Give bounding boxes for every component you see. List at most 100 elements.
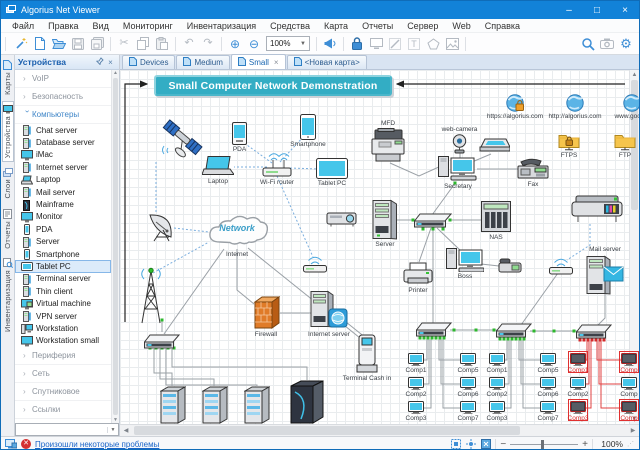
map-selector-combobox[interactable]: ▼	[15, 423, 119, 436]
map-node-ap[interactable]	[302, 256, 328, 274]
map-node-Server[interactable]: Server	[372, 198, 398, 240]
problems-link[interactable]: Произошли некоторые проблемы	[35, 440, 159, 449]
map-node-Comp[interactable]: Comp	[621, 377, 637, 390]
map-node-Wi-Fi router[interactable]: Wi-Fi router	[260, 152, 294, 178]
image-tool-icon[interactable]	[443, 35, 461, 53]
map-node-Comp7[interactable]: Comp7	[540, 401, 556, 414]
lock-icon[interactable]	[348, 35, 366, 53]
fit-page-icon[interactable]	[480, 439, 491, 450]
map-node-Internet server[interactable]: Internet server	[310, 290, 348, 330]
map-node-Comp2[interactable]: Comp2	[570, 377, 586, 390]
tree-group-Безопасность[interactable]: ›Безопасность	[15, 88, 111, 106]
map-node-www.google[interactable]: www.google	[623, 94, 639, 112]
search-icon[interactable]	[579, 35, 597, 53]
tree-item-Monitor[interactable]: Monitor	[15, 211, 111, 223]
map-node-switch[interactable]	[416, 322, 452, 338]
side-tab-map-doc[interactable]: Карты	[2, 56, 13, 99]
map-node-dish[interactable]	[146, 212, 176, 242]
scroll-up-icon[interactable]: ▲	[112, 70, 119, 76]
map-node-Comp[interactable]: Comp	[621, 401, 637, 414]
tree-scrollbar[interactable]: ▲▼	[111, 70, 119, 423]
camera-icon[interactable]	[598, 35, 616, 53]
zoom-minus-button[interactable]: −	[500, 439, 506, 450]
map-tab-Small[interactable]: Small×	[231, 54, 286, 69]
map-node-web-camera[interactable]: web-camera	[451, 134, 468, 154]
map-tab-<Новая карта>[interactable]: <Новая карта>	[287, 55, 367, 69]
map-node-phone2[interactable]	[498, 258, 522, 273]
tree-item-Database server[interactable]: Database server	[15, 136, 111, 148]
map-node-Comp[interactable]: Comp	[621, 353, 637, 366]
paste-icon[interactable]	[153, 35, 171, 53]
map-node-Comp1[interactable]: Comp1	[570, 353, 586, 366]
scroll-right-icon[interactable]: ▶	[627, 427, 639, 434]
tree-group-Периферия[interactable]: ›Периферия	[15, 347, 111, 365]
map-node-rack[interactable]	[202, 386, 228, 424]
menu-Web[interactable]: Web	[445, 19, 477, 33]
tree-group-VoIP[interactable]: ›VoIP	[15, 70, 111, 88]
tree-item-Workstation[interactable]: Workstation	[15, 322, 111, 334]
tree-item-Server[interactable]: Server	[15, 236, 111, 248]
cut-icon[interactable]: ✂	[115, 35, 133, 53]
zoom-in-icon[interactable]: ⊕	[226, 35, 244, 53]
map-node-Comp1[interactable]: Comp1	[489, 353, 505, 366]
tree-item-VPN server[interactable]: VPN server	[15, 310, 111, 322]
fit-selection-icon[interactable]	[450, 439, 461, 450]
tree-group-Компьютеры[interactable]: ›Компьютеры	[15, 106, 111, 124]
map-canvas[interactable]: Small Computer Network Demonstration ▲ ▼…	[120, 70, 639, 424]
zoom-plus-button[interactable]: +	[582, 439, 588, 450]
side-tab-layers[interactable]: Слои	[2, 164, 14, 202]
tree-item-Mail server[interactable]: Mail server	[15, 186, 111, 198]
map-node-rack[interactable]	[160, 386, 186, 424]
map-node-ap[interactable]	[548, 258, 574, 275]
map-node-Comp7[interactable]: Comp7	[460, 401, 476, 414]
text-tool-icon[interactable]: T	[405, 35, 423, 53]
redo-icon[interactable]: ↷	[199, 35, 217, 53]
map-node-satellite[interactable]	[160, 116, 204, 160]
map-node-Comp3[interactable]: Comp3	[408, 401, 424, 414]
map-node-PDA[interactable]: PDA	[232, 122, 247, 145]
side-tab-devices[interactable]: Устройства	[2, 101, 14, 162]
tree-item-Laptop[interactable]: Laptop	[15, 174, 111, 186]
menu-Мониторинг[interactable]: Мониторинг	[116, 19, 180, 33]
menu-Инвентаризация[interactable]: Инвентаризация	[180, 19, 263, 33]
map-node-http://algorius.com[interactable]: http://algorius.com	[566, 94, 584, 112]
map-tab-Medium[interactable]: Medium	[176, 55, 229, 69]
map-node-Comp1[interactable]: Comp1	[408, 353, 424, 366]
tab-close-icon[interactable]: ×	[274, 58, 279, 67]
wizard-icon[interactable]	[12, 35, 30, 53]
map-node-Comp2[interactable]: Comp2	[489, 377, 505, 390]
map-node-FTPS[interactable]: FTPS	[558, 132, 580, 151]
menu-Правка[interactable]: Правка	[41, 19, 85, 33]
map-node-Smartphone[interactable]: Smartphone	[300, 114, 316, 140]
map-node-Comp6[interactable]: Comp6	[540, 377, 556, 390]
tree-item-Virtual machine[interactable]: Virtual machine	[15, 297, 111, 309]
map-node-Comp3[interactable]: Comp3	[489, 401, 505, 414]
tree-scroll-thumb[interactable]	[113, 78, 118, 415]
map-node-Boss[interactable]: Boss	[446, 248, 484, 272]
menu-Отчеты[interactable]: Отчеты	[355, 19, 400, 33]
map-node-scanner[interactable]	[478, 138, 510, 154]
map-node-Terminal Cash in[interactable]: Terminal Cash in	[356, 334, 378, 374]
tree-item-Smartphone[interactable]: Smartphone	[15, 248, 111, 260]
map-node-mainframe[interactable]	[290, 380, 324, 424]
map-node-projector[interactable]	[326, 210, 358, 228]
tree-group-Спутниковое[interactable]: ›Спутниковое	[15, 383, 111, 401]
map-tab-Devices[interactable]: Devices	[122, 55, 175, 69]
menu-Сервер[interactable]: Сервер	[400, 19, 445, 33]
map-node-switch[interactable]	[576, 324, 612, 340]
fit-width-icon[interactable]	[465, 439, 476, 450]
menu-Справка[interactable]: Справка	[478, 19, 527, 33]
tree-item-Internet server[interactable]: Internet server	[15, 161, 111, 173]
map-node-tower[interactable]	[136, 266, 166, 326]
line-tool-icon[interactable]	[386, 35, 404, 53]
map-node-https://algorius.com[interactable]: https://algorius.com	[506, 94, 524, 112]
tree-item-Tablet PC[interactable]: Tablet PC	[15, 260, 111, 272]
map-node-Comp6[interactable]: Comp6	[460, 377, 476, 390]
save-icon[interactable]	[69, 35, 87, 53]
save-all-icon[interactable]	[88, 35, 106, 53]
tree-item-Terminal server[interactable]: Terminal server	[15, 273, 111, 285]
side-tab-report[interactable]: Отчеты	[2, 205, 13, 253]
map-node-Printer[interactable]: Printer	[402, 262, 434, 286]
scroll-down-icon[interactable]: ▼	[112, 417, 119, 423]
settings-gear-icon[interactable]: ⚙	[617, 35, 635, 53]
